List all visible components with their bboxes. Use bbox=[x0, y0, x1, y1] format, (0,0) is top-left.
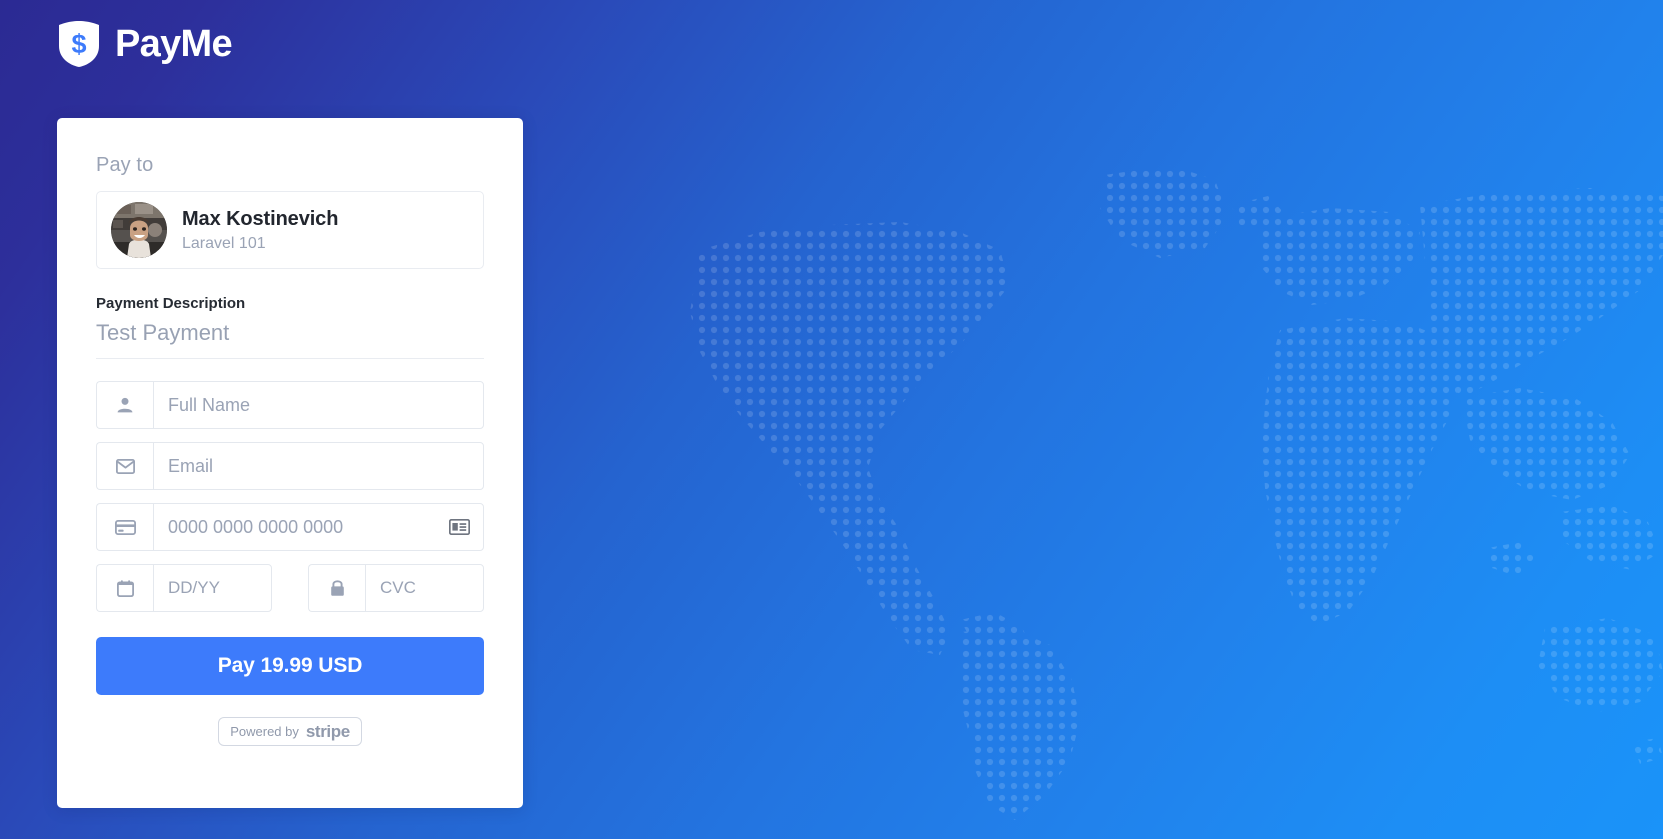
card-number-input-wrap[interactable] bbox=[153, 503, 484, 551]
calendar-icon bbox=[96, 564, 153, 612]
merchant-avatar-photo bbox=[111, 202, 167, 258]
expiry-input-wrap[interactable] bbox=[153, 564, 272, 612]
expiry-group[interactable] bbox=[96, 564, 272, 612]
brand-logo: $ PayMe bbox=[57, 20, 233, 68]
email-group[interactable] bbox=[96, 442, 484, 490]
cvc-input[interactable] bbox=[380, 578, 469, 598]
stripe-powered-badge: Powered by stripe bbox=[218, 717, 362, 746]
credit-card-icon bbox=[96, 503, 153, 551]
email-row bbox=[96, 442, 484, 490]
person-icon bbox=[96, 381, 153, 429]
payment-description-value: Test Payment bbox=[96, 312, 484, 359]
cvc-input-wrap[interactable] bbox=[365, 564, 484, 612]
cvc-group[interactable] bbox=[308, 564, 484, 612]
svg-text:$: $ bbox=[71, 29, 86, 59]
pay-button[interactable]: Pay 19.99 USD bbox=[96, 637, 484, 695]
dollar-shield-icon: $ bbox=[57, 20, 101, 68]
merchant-name: Max Kostinevich bbox=[182, 207, 339, 230]
email-input-wrap[interactable] bbox=[153, 442, 484, 490]
lock-icon bbox=[308, 564, 365, 612]
merchant-box: Max Kostinevich Laravel 101 bbox=[96, 191, 484, 269]
stripe-wordmark: stripe bbox=[305, 721, 350, 741]
envelope-icon bbox=[96, 442, 153, 490]
merchant-subtitle: Laravel 101 bbox=[182, 234, 266, 252]
expiry-cvc-row bbox=[96, 564, 484, 612]
stripe-powered-text: Powered by bbox=[230, 724, 299, 739]
stripe-badge-row: Powered by stripe bbox=[96, 717, 484, 746]
expiry-input[interactable] bbox=[168, 578, 257, 598]
payment-card: Pay to Max Kostinevich Laravel 101 Payme… bbox=[57, 118, 523, 808]
payment-description-label: Payment Description bbox=[96, 295, 246, 312]
brand-name: PayMe bbox=[115, 23, 233, 65]
card-number-row bbox=[96, 503, 484, 551]
card-type-id-icon bbox=[449, 519, 470, 535]
payment-form: Pay 19.99 USD Powered by stripe bbox=[96, 381, 484, 746]
full-name-row bbox=[96, 381, 484, 429]
full-name-input-wrap[interactable] bbox=[153, 381, 484, 429]
card-number-group[interactable] bbox=[96, 503, 484, 551]
pay-to-label: Pay to bbox=[96, 154, 154, 176]
card-number-input[interactable] bbox=[168, 516, 469, 538]
full-name-input[interactable] bbox=[168, 394, 469, 416]
email-input[interactable] bbox=[168, 455, 469, 477]
full-name-group[interactable] bbox=[96, 381, 484, 429]
